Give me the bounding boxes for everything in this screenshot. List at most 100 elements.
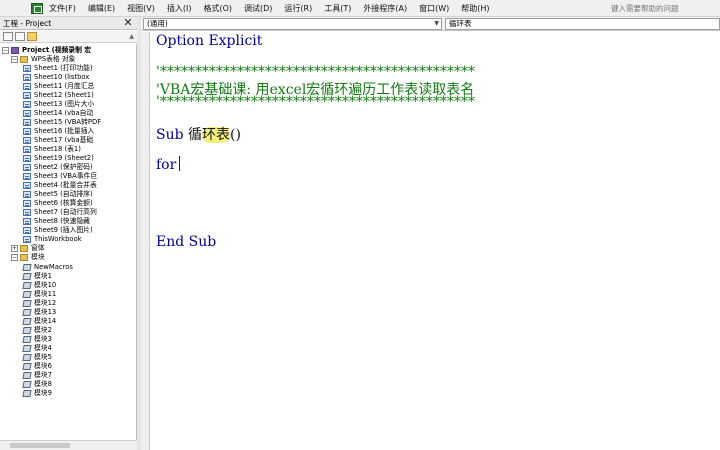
code-line-comment-stars: '***************************************…	[156, 94, 475, 110]
tree-item-sheet[interactable]: Sheet16 (批量插入	[23, 127, 94, 136]
tree-item-sheet[interactable]: Sheet13 (图片大小	[23, 100, 94, 109]
tree-item-module[interactable]: 模块9	[22, 389, 52, 398]
tree-item-module[interactable]: 模块8	[22, 380, 52, 389]
tree-item-sheet[interactable]: Sheet15 (VBA转PDF	[23, 118, 101, 127]
sheet-icon	[23, 137, 31, 144]
tree-item-module[interactable]: 模块11	[22, 290, 56, 299]
tree-item-sheet[interactable]: Sheet9 (插入图片)	[23, 226, 93, 235]
project-icon	[11, 47, 19, 54]
tree-item-module[interactable]: 模块13	[22, 308, 56, 317]
tree-item-sheet[interactable]: Sheet8 (快速隐藏	[23, 217, 90, 226]
tree-item-sheet[interactable]: Sheet17 (vba基础	[23, 136, 93, 145]
collapse-icon[interactable]: −	[2, 47, 9, 54]
scrollbar-thumb[interactable]	[10, 443, 70, 448]
sheet-icon	[23, 227, 31, 234]
code-margin-indicator-bar[interactable]	[141, 32, 150, 450]
tree-item-module[interactable]: 模块7	[22, 371, 52, 380]
chevron-down-icon[interactable]: ▼	[434, 19, 439, 29]
sheet-icon	[23, 83, 31, 90]
help-search-input[interactable]: 键入需要帮助的问题	[606, 2, 718, 15]
code-window-header: (通用) ▼ 循环表	[141, 17, 720, 31]
keyword-sub: Sub	[156, 127, 184, 143]
menu-view[interactable]: 视图(V)	[127, 3, 155, 14]
sheet-icon	[23, 74, 31, 81]
collapse-icon[interactable]: −	[11, 254, 18, 261]
tree-item-module[interactable]: 模块12	[22, 299, 56, 308]
sheet-icon	[23, 200, 31, 207]
tree-item-module[interactable]: 模块4	[22, 344, 52, 353]
tree-item-sheet[interactable]: Sheet7 (自动行高列	[23, 208, 97, 217]
sheet-icon	[23, 218, 31, 225]
module-icon	[22, 300, 32, 307]
menu-addins[interactable]: 外接程序(A)	[363, 3, 407, 14]
sheet-icon	[23, 191, 31, 198]
menu-help[interactable]: 帮助(H)	[461, 3, 489, 14]
sheet-icon	[23, 173, 31, 180]
tree-item-sheet[interactable]: Sheet12 (Sheet1)	[23, 91, 94, 100]
module-icon	[22, 372, 32, 379]
tree-folder-modules[interactable]: − 模块	[11, 253, 45, 262]
keyword-for: for	[156, 157, 177, 173]
tree-item-sheet[interactable]: Sheet10 (listbox	[23, 73, 89, 82]
object-dropdown[interactable]: (通用) ▼	[143, 18, 442, 30]
tree-item-module[interactable]: 模块1	[22, 272, 52, 281]
tree-item-sheet[interactable]: Sheet6 (核算金额)	[23, 199, 93, 208]
tree-item-module[interactable]: 模块14	[22, 317, 56, 326]
menu-edit[interactable]: 编辑(E)	[88, 3, 115, 14]
menu-tools[interactable]: 工具(T)	[324, 3, 351, 14]
tree-item-sheet[interactable]: Sheet14 (vba自动	[23, 109, 93, 118]
module-icon	[22, 318, 32, 325]
tree-folder-forms[interactable]: + 窗体	[11, 244, 45, 253]
tree-item-thisworkbook[interactable]: ThisWorkbook	[23, 235, 82, 244]
menu-run[interactable]: 运行(R)	[284, 3, 312, 14]
tree-item-sheet[interactable]: Sheet4 (批量合并表	[23, 181, 97, 190]
tree-item-sheet[interactable]: Sheet5 (自动排序)	[23, 190, 93, 199]
chevron-up-icon[interactable]: ▲	[129, 33, 134, 40]
code-editor[interactable]: Option Explicit '***********************…	[151, 32, 720, 450]
module-icon	[22, 363, 32, 370]
tree-item-sheet[interactable]: Sheet2 (保护密码)	[23, 163, 93, 172]
menu-format[interactable]: 格式(O)	[203, 3, 232, 14]
tree-item-sheet[interactable]: Sheet3 (VBA事件巨	[23, 172, 97, 181]
close-icon[interactable]: ✕	[121, 17, 135, 30]
sheet-icon	[23, 92, 31, 99]
tree-root[interactable]: − Project (视频录制 宏	[2, 46, 91, 55]
menu-window[interactable]: 窗口(W)	[419, 3, 449, 14]
view-object-icon[interactable]	[15, 32, 25, 41]
tree-item-module[interactable]: 模块5	[22, 353, 52, 362]
module-icon	[22, 381, 32, 388]
code-line-sub-declaration: Sub 循环表()	[156, 124, 241, 144]
tree-horizontal-scrollbar[interactable]	[0, 440, 137, 450]
code-line-comment-stars: '***************************************…	[156, 64, 475, 80]
module-icon	[22, 390, 32, 397]
sheet-icon	[23, 182, 31, 189]
toggle-folders-icon[interactable]	[27, 32, 37, 41]
tree-item-module[interactable]: 模块6	[22, 362, 52, 371]
menu-file[interactable]: 文件(F)	[49, 3, 76, 14]
tree-folder-objects[interactable]: − WPS表格 对象	[11, 55, 75, 64]
module-icon	[22, 282, 32, 289]
tree-item-module[interactable]: 模块3	[22, 335, 52, 344]
tree-item-sheet[interactable]: Sheet1 (打印功能)	[23, 64, 93, 73]
menu-insert[interactable]: 插入(I)	[167, 3, 192, 14]
collapse-icon[interactable]: −	[11, 56, 18, 63]
view-code-icon[interactable]	[3, 32, 13, 41]
excel-app-icon[interactable]	[31, 2, 43, 14]
module-icon	[22, 273, 32, 280]
code-line-for: for	[156, 156, 181, 173]
module-icon	[22, 336, 32, 343]
tree-item-sheet[interactable]: Sheet19 (Sheet2)	[23, 154, 94, 163]
procedure-dropdown[interactable]: 循环表	[445, 18, 720, 30]
expand-icon[interactable]: +	[11, 245, 18, 252]
tree-item-module[interactable]: 模块10	[22, 281, 56, 290]
tree-item-module[interactable]: 模块2	[22, 326, 52, 335]
module-icon	[22, 264, 32, 271]
menu-bar: 文件(F) 编辑(E) 视图(V) 插入(I) 格式(O) 调试(D) 运行(R…	[0, 0, 720, 17]
sheet-icon	[23, 155, 31, 162]
menu-debug[interactable]: 调试(D)	[244, 3, 272, 14]
text-caret	[179, 156, 181, 171]
tree-item-sheet[interactable]: Sheet18 (表1)	[23, 145, 81, 154]
tree-item-module[interactable]: NewMacros	[22, 263, 73, 272]
tree-item-sheet[interactable]: Sheet11 (月度汇总	[23, 82, 94, 91]
sheet-icon	[23, 110, 31, 117]
